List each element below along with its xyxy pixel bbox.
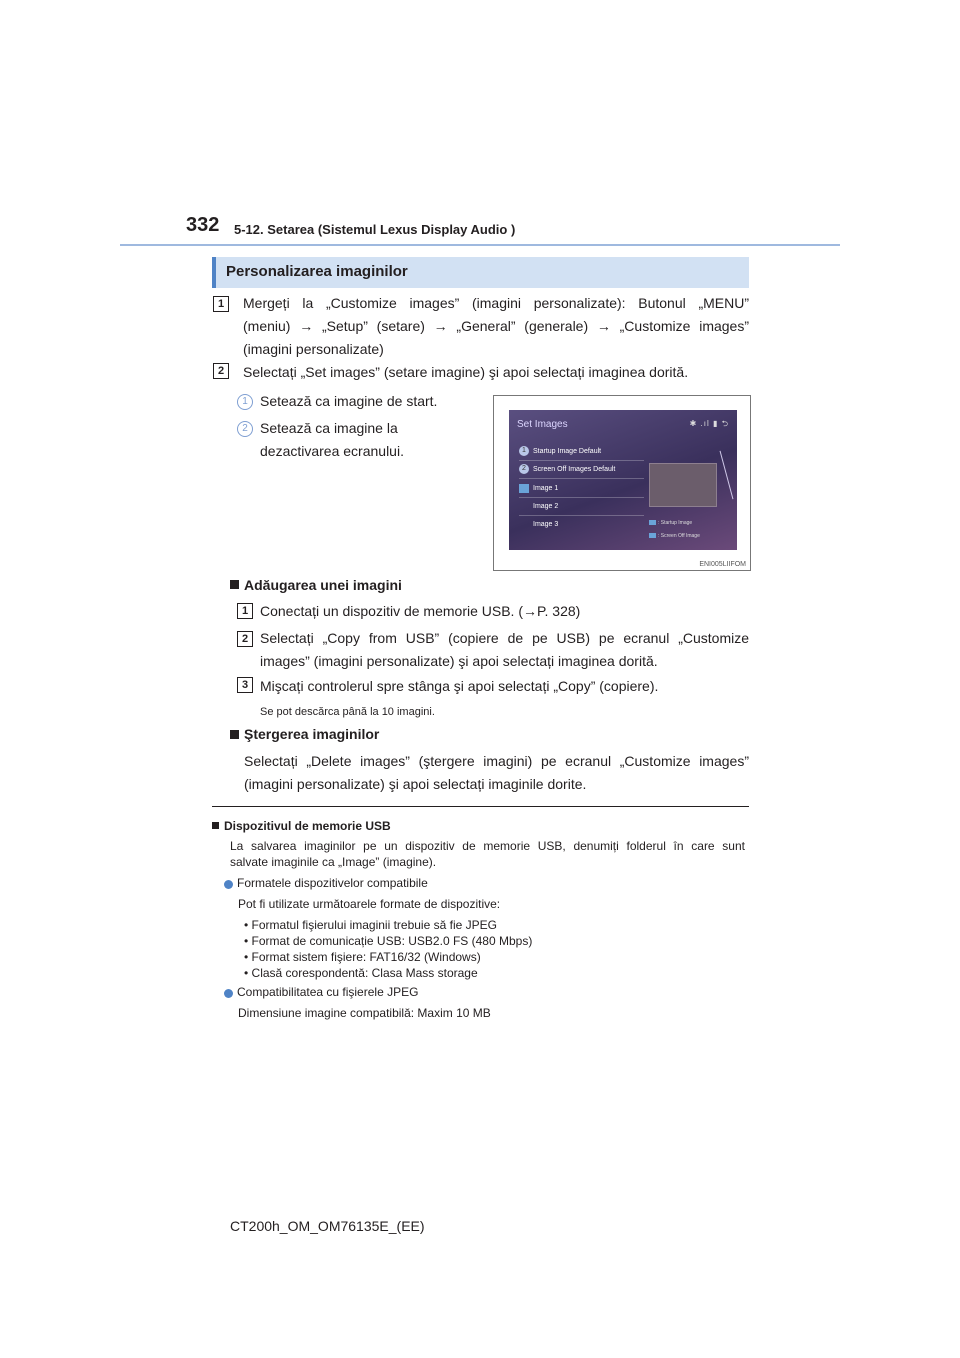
image-preview	[649, 463, 717, 507]
jpeg-heading: Compatibilitatea cu fişierele JPEG	[237, 985, 419, 999]
add-step-badge-2: 2	[237, 631, 253, 647]
set-images-screenshot: Set Images ✱ .ıl ▮ ⮌ 1 Startup Image Def…	[493, 395, 751, 571]
formats-intro: Pot fi utilizate următoarele formate de …	[238, 897, 501, 911]
delete-images-text-line-1: Selectați „Delete images” (ştergere imag…	[244, 753, 749, 769]
section-title-bar: Personalizarea imaginilor	[212, 257, 749, 288]
step-badge-2: 2	[213, 363, 229, 379]
heading-square-icon	[230, 580, 239, 589]
screen-row-image-2: Image 2	[519, 498, 644, 516]
page-number: 332	[186, 214, 220, 236]
bullet-dot-icon	[224, 880, 233, 889]
legend-screen-off: : Screen Off Image	[649, 533, 700, 539]
format-item-1: • Formatul fişierului imaginii trebuie s…	[244, 918, 497, 932]
running-head: 5-12. Setarea (Sistemul Lexus Display Au…	[234, 222, 516, 237]
step-1-text-line-2: (meniu) → „Setup” (setare) → „General” (…	[243, 318, 749, 334]
marker-2-icon: 2	[519, 464, 529, 474]
notes-rule	[212, 806, 749, 807]
heading-square-icon	[230, 730, 239, 739]
status-icons: ✱ .ıl ▮ ⮌	[689, 419, 729, 428]
usb-heading: Dispozitivul de memorie USB	[224, 819, 391, 833]
step-badge-1: 1	[213, 296, 229, 312]
bullet-dot-icon	[224, 989, 233, 998]
delete-images-heading: Ştergerea imaginilor	[244, 726, 380, 742]
format-item-3: • Format sistem fişiere: FAT16/32 (Windo…	[244, 950, 481, 964]
step-1-text-line-1: Mergeți la „Customize images” (imagini p…	[243, 295, 749, 311]
step-2-text: Selectați „Set images” (setare imagine) …	[243, 364, 689, 380]
add-step-3-text: Mişcați controlerul spre stânga şi apoi …	[260, 678, 659, 694]
step-1-text-line-3: (imagini personalizate)	[243, 341, 384, 357]
footer-code: CT200h_OM_OM76135E_(EE)	[230, 1218, 425, 1234]
jpeg-text: Dimensiune imagine compatibilă: Maxim 10…	[238, 1006, 491, 1020]
screen-row-screen-off-default: 2 Screen Off Images Default	[519, 461, 644, 479]
legend-startup: : Startup Image	[649, 520, 692, 526]
callout-2-text-line-1: Setează ca imagine la	[260, 420, 398, 436]
image-flag-icon	[519, 484, 529, 493]
format-item-4: • Clasă corespondentă: Clasa Mass storag…	[244, 966, 478, 980]
usb-text-line-1: La salvarea imaginilor pe un dispozitiv …	[230, 839, 745, 853]
add-step-badge-3: 3	[237, 677, 253, 693]
screen-row-image-3: Image 3	[533, 521, 559, 528]
delete-images-text-line-2: (imagini personalizate) şi apoi selectaț…	[244, 776, 587, 792]
screen-row-image-1: Image 1	[519, 480, 644, 498]
add-step-1-text: Conectați un dispozitiv de memorie USB. …	[260, 603, 581, 619]
screen-title: Set Images	[517, 419, 568, 430]
add-images-heading: Adăugarea unei imagini	[244, 577, 402, 593]
format-item-2: • Format de comunicație USB: USB2.0 FS (…	[244, 934, 533, 948]
callout-1-text: Setează ca imagine de start.	[260, 393, 438, 409]
header-rule	[120, 244, 840, 246]
callout-marker-2: 2	[237, 421, 253, 437]
add-step-2-text-line-2: images” (imagini personalizate) şi apoi …	[260, 653, 658, 669]
usb-text-line-2: salvate imaginile ca „Image” (imagine).	[230, 855, 437, 869]
display-screen: Set Images ✱ .ıl ▮ ⮌ 1 Startup Image Def…	[509, 410, 737, 550]
screen-row-startup-default: 1 Startup Image Default	[519, 443, 644, 461]
add-step-2-text-line-1: Selectați „Copy from USB” (copiere de pe…	[260, 630, 749, 646]
section-title: Personalizarea imaginilor	[226, 263, 408, 280]
scroll-indicator	[719, 450, 734, 500]
callout-marker-1: 1	[237, 394, 253, 410]
marker-1-icon: 1	[519, 446, 529, 456]
figure-code: ENI005LIIFOM	[699, 561, 746, 568]
add-step-badge-1: 1	[237, 603, 253, 619]
note-square-icon	[212, 822, 219, 829]
add-images-note: Se pot descărca până la 10 imagini.	[260, 706, 435, 718]
callout-2-text-line-2: dezactivarea ecranului.	[260, 443, 404, 459]
formats-heading: Formatele dispozitivelor compatibile	[237, 876, 428, 890]
